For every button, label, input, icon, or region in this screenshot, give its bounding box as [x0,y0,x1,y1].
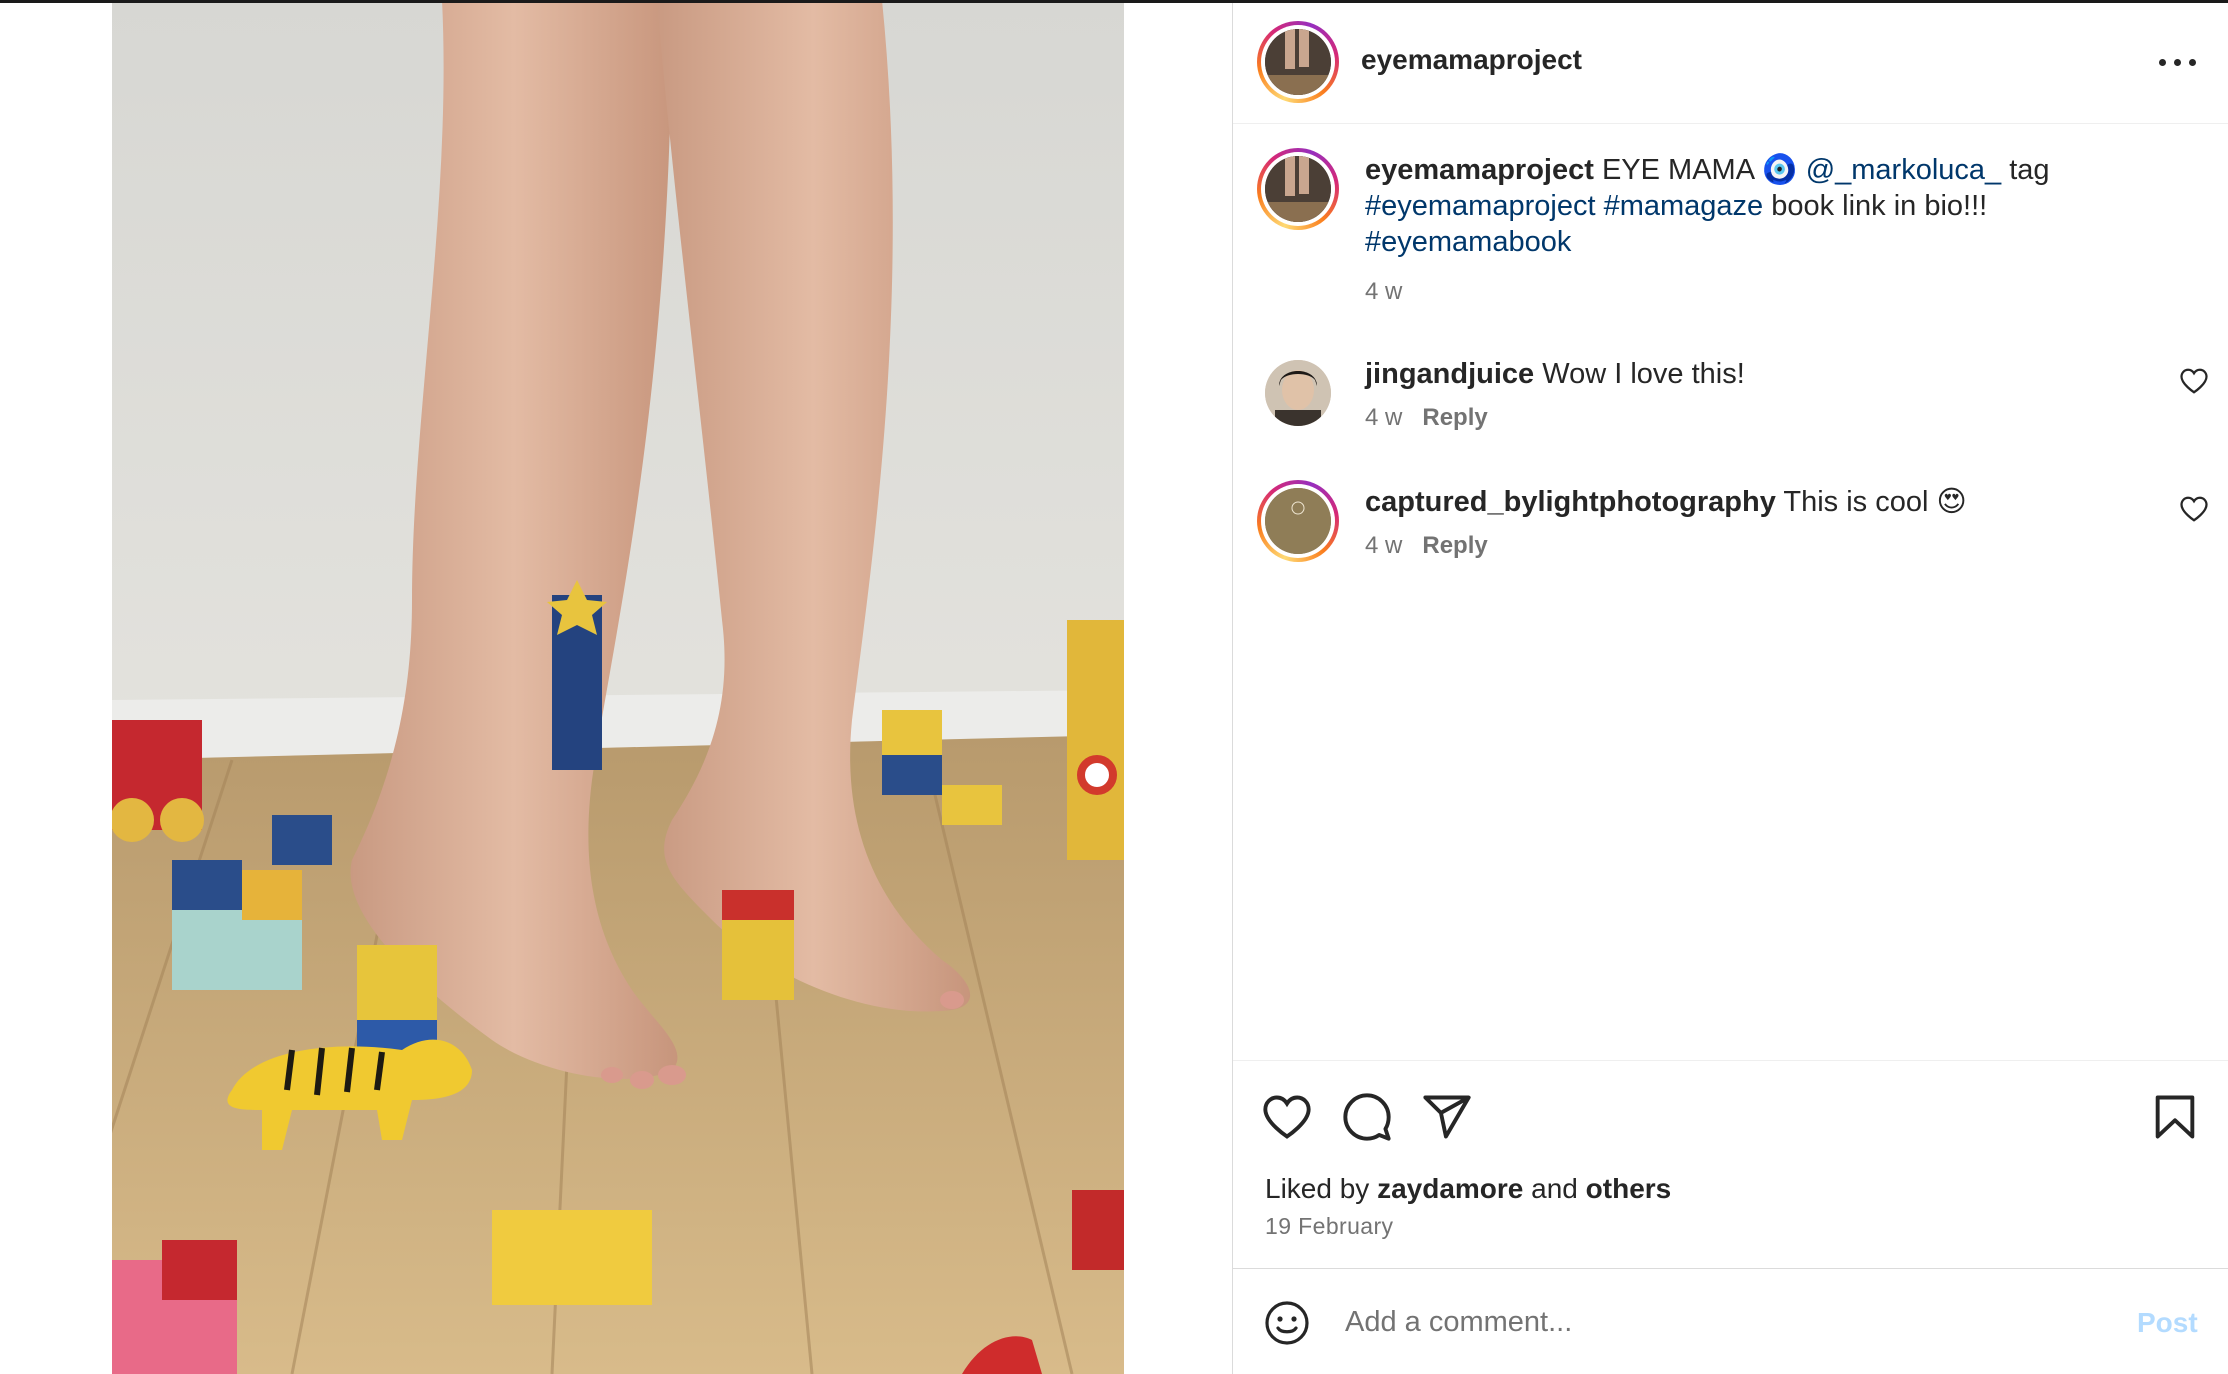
heart-icon[interactable] [1261,1091,1313,1143]
comment-message: This is cool [1775,486,1937,518]
liked-by-text: Liked by zaydamore and others [1265,1173,1671,1205]
comment-text: jingandjuice Wow I love this! [1365,356,2145,392]
post-comment-button[interactable]: Post [2137,1307,2198,1339]
post-photo[interactable] [112,0,1124,1374]
post-media-area [0,0,1232,1374]
comment-text: captured_bylightphotography This is cool… [1365,484,2145,520]
caption-part: tag [2001,154,2050,186]
caption-hashtag[interactable]: #eyemamabook [1365,226,1571,258]
caption-username[interactable]: eyemamaproject [1365,154,1594,186]
window-top-edge [0,0,2228,3]
liked-by-mid: and [1523,1173,1586,1204]
bookmark-icon[interactable] [2149,1091,2201,1143]
liked-by-prefix: Liked by [1265,1173,1378,1204]
more-options-icon[interactable] [2155,44,2207,80]
share-icon[interactable] [1421,1091,1473,1143]
photo-illustration [112,0,1124,1374]
caption-mention[interactable]: @_markoluca_ [1806,154,2001,186]
comment-icon[interactable] [1341,1091,1393,1143]
caption-hashtag[interactable]: #eyemamaproject [1365,190,1596,222]
caption-avatar[interactable] [1257,148,1339,230]
comment-time[interactable]: 4 w [1365,404,1402,431]
post-side-panel: eyemamaproject eyemamaproject EYE MAMA 🧿… [1232,0,2228,1374]
reply-button[interactable]: Reply [1422,404,1487,431]
caption-text: eyemamaproject EYE MAMA 🧿 @_markoluca_ t… [1365,152,2145,260]
commenter-avatar[interactable] [1265,360,1331,426]
caption-time[interactable]: 4 w [1365,278,1402,306]
caption-hashtag[interactable]: #mamagaze [1604,190,1764,222]
emoji-icon[interactable] [1263,1299,1311,1347]
reply-button[interactable]: Reply [1422,532,1487,559]
liked-by-others[interactable]: others [1586,1173,1672,1204]
liked-by-user[interactable]: zaydamore [1377,1173,1523,1204]
caption-part: book link in bio!!! [1763,190,1988,222]
author-avatar[interactable] [1257,21,1339,103]
comment-input[interactable] [1345,1297,2045,1347]
post-date[interactable]: 19 February [1265,1213,1393,1240]
heart-eyes-emoji: 😍 [1936,486,1967,518]
commenter-avatar[interactable] [1257,480,1339,562]
comment-username[interactable]: captured_bylightphotography [1365,486,1776,518]
like-comment-icon[interactable] [2179,494,2209,524]
post-header: eyemamaproject [1233,0,2228,124]
add-comment-bar: Post [1233,1268,2228,1374]
caption-part: EYE MAMA [1593,154,1762,186]
comment-meta: 4 w Reply [1365,404,1488,432]
comment-username[interactable]: jingandjuice [1365,358,1534,390]
comment-time[interactable]: 4 w [1365,532,1402,559]
evil-eye-emoji: 🧿 [1761,154,1798,186]
comment-meta: 4 w Reply [1365,532,1488,560]
comment-message: Wow I love this! [1534,358,1745,390]
like-comment-icon[interactable] [2179,366,2209,396]
post-actions: Liked by zaydamore and others 19 Februar… [1233,1060,2228,1270]
author-username[interactable]: eyemamaproject [1361,44,1582,76]
